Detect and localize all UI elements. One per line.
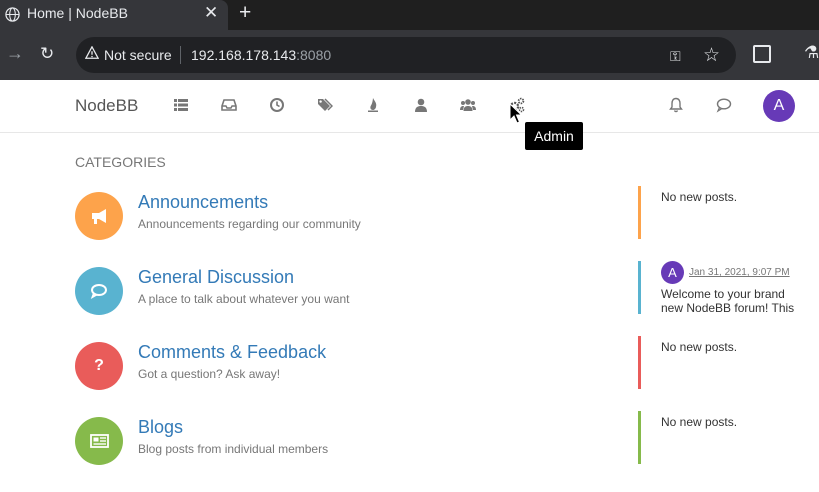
- category-row: Announcements Announcements regarding ou…: [75, 186, 815, 267]
- extensions-icon[interactable]: [753, 45, 771, 63]
- category-description: Blog posts from individual members: [138, 442, 329, 456]
- teaser-no-posts: No new posts.: [661, 340, 738, 354]
- comments-icon[interactable]: [75, 267, 123, 315]
- category-title[interactable]: General Discussion: [138, 267, 294, 288]
- teaser-color-bar: [638, 186, 641, 239]
- url-text[interactable]: 192.168.178.143:8080: [191, 47, 331, 63]
- bullhorn-icon[interactable]: [75, 192, 123, 240]
- category-row: General Discussion A place to talk about…: [75, 261, 815, 342]
- globe-icon: [5, 7, 20, 22]
- teaser-timestamp[interactable]: Jan 31, 2021, 9:07 PM: [689, 267, 790, 278]
- site-header: NodeBB A: [0, 80, 819, 133]
- browser-tab[interactable]: Home | NodeBB ✕: [0, 0, 228, 30]
- category-description: Announcements regarding our community: [138, 217, 361, 231]
- teaser-avatar[interactable]: A: [661, 261, 684, 284]
- fire-icon[interactable]: [365, 97, 381, 113]
- category-title[interactable]: Comments & Feedback: [138, 342, 326, 363]
- teaser-no-posts: No new posts.: [661, 190, 738, 204]
- category-row: Blogs Blog posts from individual members…: [75, 411, 815, 492]
- category-description: Got a question? Ask away!: [138, 367, 281, 381]
- mouse-cursor-icon: [509, 103, 523, 124]
- url-host: 192.168.178.143: [191, 47, 297, 63]
- reload-icon[interactable]: ↻: [40, 44, 54, 64]
- teaser-color-bar: [638, 411, 641, 464]
- new-tab-button[interactable]: +: [239, 1, 251, 25]
- divider: [180, 46, 181, 64]
- brand-logo[interactable]: NodeBB: [75, 96, 138, 116]
- category-row: ? Comments & Feedback Got a question? As…: [75, 336, 815, 417]
- flask-icon[interactable]: ⚗: [804, 43, 819, 63]
- teaser-color-bar: [638, 261, 641, 314]
- url-port: :8080: [296, 47, 332, 63]
- category-title[interactable]: Announcements: [138, 192, 268, 213]
- teaser-text: Welcome to your brand new NodeBB forum! …: [661, 287, 795, 315]
- browser-toolbar: → ↻ Not secure 192.168.178.143:8080 ⚿ ☆ …: [0, 30, 819, 80]
- teaser-color-bar: [638, 336, 641, 389]
- address-bar[interactable]: Not secure 192.168.178.143:8080 ⚿ ☆: [76, 37, 736, 73]
- close-tab-icon[interactable]: ✕: [204, 3, 218, 23]
- categories-heading: CATEGORIES: [75, 154, 166, 170]
- key-icon[interactable]: ⚿: [670, 48, 681, 65]
- tags-icon[interactable]: [317, 97, 333, 113]
- categories-list-icon[interactable]: [173, 97, 189, 113]
- inbox-icon[interactable]: [221, 97, 237, 113]
- user-avatar[interactable]: A: [763, 90, 795, 122]
- tab-title: Home | NodeBB: [27, 5, 128, 21]
- category-description: A place to talk about whatever you want: [138, 292, 350, 306]
- category-title[interactable]: Blogs: [138, 417, 183, 438]
- admin-tooltip: Admin: [525, 122, 583, 150]
- teaser-no-posts: No new posts.: [661, 415, 738, 429]
- user-icon[interactable]: [413, 97, 429, 113]
- not-secure-label[interactable]: Not secure: [104, 47, 172, 63]
- bell-icon[interactable]: [668, 97, 684, 113]
- groups-icon[interactable]: [460, 97, 476, 113]
- chat-icon[interactable]: [716, 97, 732, 113]
- question-icon[interactable]: ?: [75, 342, 123, 390]
- newspaper-icon[interactable]: [75, 417, 123, 465]
- browser-tab-bar: Home | NodeBB ✕ +: [0, 0, 819, 30]
- forward-icon[interactable]: →: [6, 43, 24, 64]
- clock-icon[interactable]: [269, 97, 285, 113]
- star-icon[interactable]: ☆: [703, 44, 720, 67]
- warning-icon[interactable]: [85, 46, 99, 60]
